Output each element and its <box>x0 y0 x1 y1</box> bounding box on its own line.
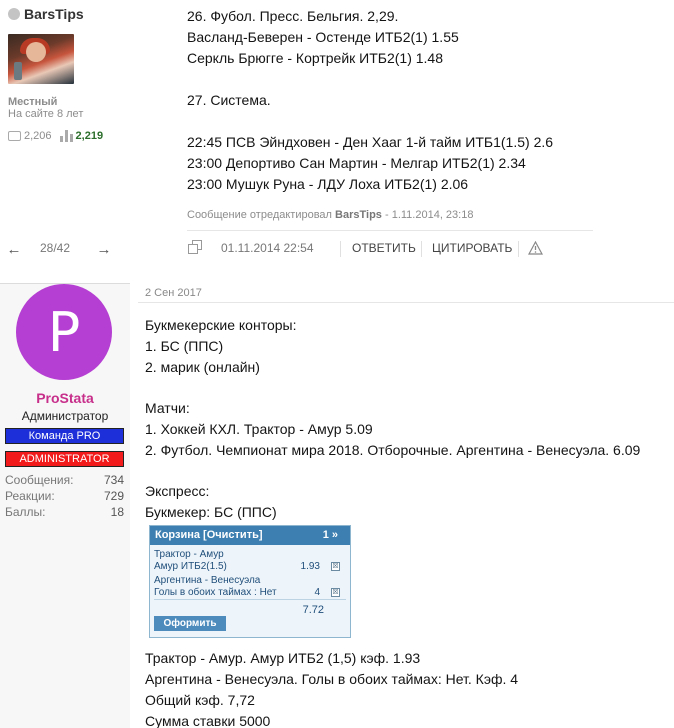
post2-stat-messages: Сообщения: 734 <box>5 473 124 487</box>
post2-line: Общий кэф. 7,72 <box>145 692 255 708</box>
post2-line: Букмекерские конторы: <box>145 317 297 333</box>
toolbar-separator <box>421 241 422 257</box>
post1-likes-count: 2,219 <box>75 130 104 142</box>
remove-item-icon[interactable]: ☒ <box>331 588 340 597</box>
post1-messages-count: 2,206 <box>24 130 52 142</box>
post1-messages-stat: 2,206 <box>8 130 52 142</box>
post2-line: 2. марик (онлайн) <box>145 359 260 375</box>
post1-divider <box>187 230 593 231</box>
post1-likes-stat: 2,219 <box>59 130 104 142</box>
offline-status-icon <box>8 8 20 20</box>
post2-blank-line <box>145 461 640 481</box>
post2-line: Аргентина - Венесуэла. Голы в обоих тайм… <box>145 671 519 687</box>
toolbar-separator <box>340 241 341 257</box>
post1-line: 23:00 Депортиво Сан Мартин - Мелгар ИТБ2… <box>187 155 526 171</box>
post1-blank-line <box>187 111 553 132</box>
post2-line: Сумма ставки 5000 <box>145 713 271 728</box>
post2-body: Букмекерские конторы: 1. БС (ППС) 2. мар… <box>145 315 640 523</box>
reply-button[interactable]: ОТВЕТИТЬ <box>352 241 416 255</box>
post1-line: Серкль Брюгге - Кортрейк ИТБ2(1) 1.48 <box>187 50 443 66</box>
post2-date-divider <box>138 302 674 303</box>
stat-label: Баллы: <box>5 505 46 519</box>
post1-line: Васланд-Беверен - Остенде ИТБ2(1) 1.55 <box>187 29 459 45</box>
post2-line: 2. Футбол. Чемпионат мира 2018. Отборочн… <box>145 442 641 458</box>
basket-item-row: Амур ИТБ2(1.5) 1.93 ☒ <box>154 561 346 574</box>
pager-next-button[interactable]: → <box>96 241 112 258</box>
avatar-glass <box>14 62 22 80</box>
post2-line: Букмекер: БС (ППС) <box>145 504 277 520</box>
post1-blank-line <box>187 69 553 90</box>
basket-submit-button[interactable]: Оформить <box>154 616 226 631</box>
post1-body: 26. Фубол. Пресс. Бельгия. 2,29. Васланд… <box>187 6 553 195</box>
pager-count: 28/42 <box>40 241 71 255</box>
basket-item-odd: 1.93 <box>300 561 320 572</box>
post1-rank: Местный <box>8 96 58 108</box>
post1-stats: 2,206 2,219 <box>8 130 111 142</box>
edited-by[interactable]: BarsTips <box>335 209 382 221</box>
post1-author-name[interactable]: BarsTips <box>24 6 84 22</box>
basket-divider <box>154 599 346 600</box>
stat-label: Реакции: <box>5 489 55 503</box>
post2-avatar[interactable]: P <box>16 284 112 380</box>
post2-date[interactable]: 2 Сен 2017 <box>145 287 202 299</box>
post2-author[interactable]: ProStata <box>0 390 130 406</box>
administrator-badge: ADMINISTRATOR <box>5 451 124 467</box>
copy-link-icon[interactable] <box>188 240 202 254</box>
post2-stat-points: Баллы: 18 <box>5 505 124 519</box>
basket-count[interactable]: 1 » <box>323 526 338 545</box>
toolbar-separator <box>518 241 519 257</box>
post1-author[interactable]: BarsTips <box>8 4 178 24</box>
speech-bubble-icon <box>8 131 21 141</box>
post1-date[interactable]: 01.11.2014 22:54 <box>221 241 314 255</box>
basket-total-odds: 7.72 <box>302 604 324 616</box>
post2-user-title: Администратор <box>21 409 109 423</box>
post1-line: 22:45 ПСВ Эйндховен - Ден Хааг 1-й тайм … <box>187 134 554 150</box>
post2-line: Матчи: <box>145 400 190 416</box>
basket-header: Корзина [Очистить] 1 » <box>150 526 350 545</box>
quote-button[interactable]: ЦИТИРОВАТЬ <box>432 241 512 255</box>
stat-label: Сообщения: <box>5 473 74 487</box>
basket-item-match: Трактор - Амур <box>154 549 224 560</box>
post1-line: 26. Фубол. Пресс. Бельгия. 2,29. <box>187 8 399 24</box>
post1-user-card: BarsTips Местный На сайте 8 лет 2,206 2,… <box>8 4 178 142</box>
stat-value[interactable]: 18 <box>111 505 124 519</box>
team-pro-badge: Команда PRO <box>5 428 124 444</box>
post2-blank-line <box>145 378 640 398</box>
post1-line: 27. Система. <box>187 92 271 108</box>
basket-item-bet: Амур ИТБ2(1.5) <box>154 561 227 572</box>
post1-member-since: На сайте 8 лет <box>8 108 84 120</box>
post2-line: 1. Хоккей КХЛ. Трактор - Амур 5.09 <box>145 421 373 437</box>
pager-prev-button[interactable]: ← <box>6 241 22 258</box>
post2-body-continued: Трактор - Амур. Амур ИТБ2 (1,5) кэф. 1.9… <box>145 648 518 728</box>
edited-prefix: Сообщение отредактировал <box>187 209 332 221</box>
avatar-face <box>26 42 46 62</box>
bar-chart-icon <box>59 130 73 142</box>
post2-line: 1. БС (ППС) <box>145 338 224 354</box>
post2-stat-reactions: Реакции: 729 <box>5 489 124 503</box>
basket-title-clear-link[interactable]: Корзина [Очистить] <box>155 529 263 541</box>
basket-item-bet: Голы в обоих таймах : Нет <box>154 587 277 598</box>
stat-value[interactable]: 734 <box>104 473 124 487</box>
bet-basket-widget: Корзина [Очистить] 1 » Трактор - Амур Ам… <box>149 525 351 638</box>
post1-edited-note: Сообщение отредактировал BarsTips - 1.11… <box>187 209 473 221</box>
edited-date: - 1.11.2014, 23:18 <box>384 209 474 221</box>
report-warning-icon[interactable] <box>527 240 544 255</box>
stat-value[interactable]: 729 <box>104 489 124 503</box>
post1-avatar[interactable] <box>8 34 74 84</box>
basket-item-match: Аргентина - Венесуэла <box>154 575 261 586</box>
post2-line: Трактор - Амур. Амур ИТБ2 (1,5) кэф. 1.9… <box>145 650 421 666</box>
remove-item-icon[interactable]: ☒ <box>331 562 340 571</box>
post2-line: Экспресс: <box>145 483 210 499</box>
basket-item-odd: 4 <box>314 587 320 598</box>
post1-line: 23:00 Мушук Руна - ЛДУ Лоха ИТБ2(1) 2.06 <box>187 176 469 192</box>
